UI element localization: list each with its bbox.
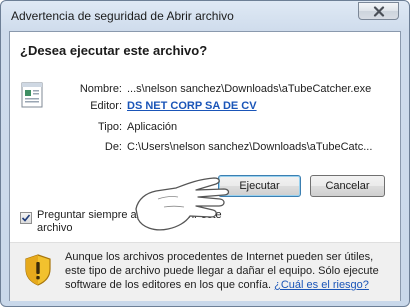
hand-pointer-cursor-icon: [135, 177, 230, 231]
close-button[interactable]: [358, 2, 399, 20]
checkmark-icon: [21, 214, 31, 222]
from-label: De:: [104, 141, 122, 153]
always-ask-checkbox[interactable]: [20, 212, 32, 224]
security-warning-dialog: Advertencia de seguridad de Abrir archiv…: [0, 0, 410, 307]
cancel-button[interactable]: Cancelar: [310, 175, 385, 197]
type-value: Aplicación: [127, 121, 178, 133]
security-info-panel: Aunque los archivos procedentes de Inter…: [10, 242, 400, 301]
publisher-label: Editor:: [90, 100, 122, 112]
publisher-link[interactable]: DS NET CORP SA DE CV: [127, 100, 257, 112]
close-icon: [373, 5, 384, 17]
name-value: ...s\nelson sanchez\Downloads\aTubeCatch…: [127, 83, 372, 95]
name-label: Nombre:: [79, 83, 122, 95]
risk-info-link[interactable]: ¿Cuál es el riesgo?: [274, 279, 369, 291]
dialog-question: ¿Desea ejecutar este archivo?: [20, 43, 208, 58]
security-warning-shield-icon: [25, 254, 51, 286]
title-bar[interactable]: Advertencia de seguridad de Abrir archiv…: [1, 1, 409, 31]
type-label: Tipo:: [97, 121, 122, 133]
dialog-body: ¿Desea ejecutar este archivo? Nombre: ..…: [9, 31, 401, 301]
from-value: C:\Users\nelson sanchez\Downloads\aTubeC…: [127, 141, 373, 153]
security-warning-text: Aunque los archivos procedentes de Inter…: [65, 250, 385, 292]
window-title: Advertencia de seguridad de Abrir archiv…: [11, 9, 234, 23]
